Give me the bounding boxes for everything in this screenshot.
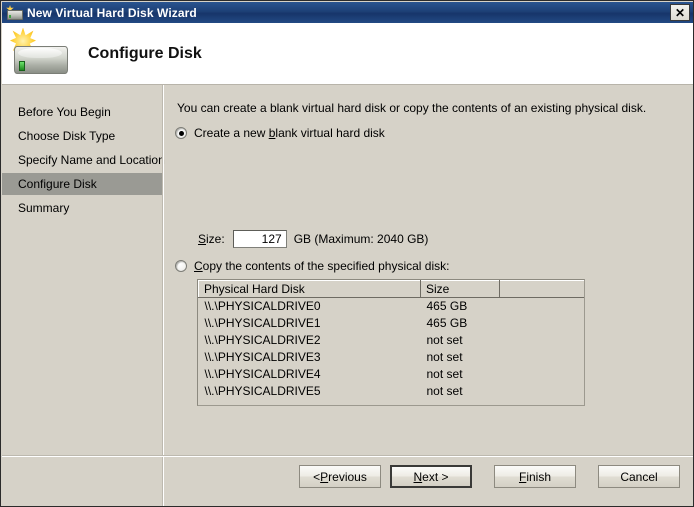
sidebar-item-label: Configure Disk	[18, 177, 97, 191]
sidebar-item-before-you-begin[interactable]: Before You Begin	[2, 101, 162, 123]
hard-disk-new-icon	[8, 27, 74, 80]
size-label: Size:	[198, 232, 225, 246]
close-icon[interactable]: ✕	[670, 4, 690, 21]
radio-copy-physical-disk-label: Copy the contents of the specified physi…	[194, 259, 450, 273]
next-button[interactable]: Next >	[390, 465, 472, 488]
cell-extra	[500, 366, 585, 383]
size-input[interactable]	[232, 230, 287, 248]
window-title: New Virtual Hard Disk Wizard	[27, 5, 197, 20]
cell-disk-size: not set	[426, 367, 463, 381]
table-row[interactable]: \\.\PHYSICALDRIVE0 465 GB	[199, 298, 585, 315]
cell-extra	[500, 383, 585, 400]
cell-disk-name: \\.\PHYSICALDRIVE4	[204, 367, 321, 381]
radio-button-indicator[interactable]	[175, 260, 187, 272]
page-title: Configure Disk	[88, 44, 202, 62]
physical-disk-list[interactable]: Physical Hard Disk Size \\.\PHYSICALDRIV…	[197, 279, 585, 406]
cell-extra	[500, 315, 585, 332]
radio-create-blank-disk-label: Create a new blank virtual hard disk	[194, 126, 385, 140]
cell-extra	[500, 349, 585, 366]
table-row[interactable]: \\.\PHYSICALDRIVE2 not set	[199, 332, 585, 349]
sidebar-item-summary[interactable]: Summary	[2, 197, 162, 219]
cell-disk-size: 465 GB	[426, 316, 468, 330]
button-bar: < Previous Next > Finish Cancel	[2, 465, 693, 505]
sidebar-item-label: Specify Name and Location	[18, 153, 165, 167]
cell-disk-name: \\.\PHYSICALDRIVE5	[204, 384, 321, 398]
column-header-extra[interactable]	[499, 280, 584, 298]
wizard-main-pane: You can create a blank virtual hard disk…	[164, 85, 693, 506]
sidebar-item-specify-name-and-location[interactable]: Specify Name and Location	[2, 149, 165, 171]
cell-disk-size: 465 GB	[426, 299, 468, 314]
wizard-body: Before You Begin Choose Disk Type Specif…	[2, 85, 693, 506]
table-row[interactable]: \\.\PHYSICALDRIVE4 not set	[199, 366, 585, 383]
cell-disk-name: \\.\PHYSICALDRIVE2	[204, 333, 321, 347]
sidebar-item-configure-disk[interactable]: Configure Disk	[2, 173, 162, 195]
table-row[interactable]: \\.\PHYSICALDRIVE3 not set	[199, 349, 585, 366]
cell-disk-size: not set	[426, 384, 463, 398]
button-bar-divider	[2, 456, 693, 457]
column-header-size[interactable]: Size	[420, 280, 500, 298]
sidebar-item-label: Choose Disk Type	[18, 129, 116, 143]
table-header: Physical Hard Disk Size	[198, 280, 584, 298]
cancel-button[interactable]: Cancel	[598, 465, 680, 488]
table-row[interactable]: \\.\PHYSICALDRIVE5 not set	[199, 383, 585, 400]
radio-copy-physical-disk[interactable]: Copy the contents of the specified physi…	[175, 259, 449, 273]
cell-disk-size: not set	[426, 333, 463, 347]
cell-disk-name: \\.\PHYSICALDRIVE1	[204, 316, 321, 330]
title-bar: New Virtual Hard Disk Wizard ✕	[2, 2, 693, 23]
radio-create-blank-disk[interactable]: Create a new blank virtual hard disk	[175, 126, 385, 140]
wizard-header: Configure Disk	[2, 23, 693, 84]
cell-extra	[500, 298, 585, 315]
sidebar-item-label: Summary	[18, 201, 70, 215]
physical-disk-table: Physical Hard Disk Size \\.\PHYSICALDRIV…	[198, 280, 585, 400]
table-body: \\.\PHYSICALDRIVE0 465 GB \\.\PHYSICALDR…	[199, 298, 585, 400]
radio-button-indicator[interactable]	[175, 127, 187, 139]
cell-extra	[500, 332, 585, 349]
sidebar-item-label: Before You Begin	[18, 105, 111, 119]
size-field-row: Size: GB (Maximum: 2040 GB)	[198, 230, 428, 248]
hard-disk-icon	[6, 5, 23, 20]
cell-disk-name: \\.\PHYSICALDRIVE3	[204, 350, 321, 364]
sidebar-item-choose-disk-type[interactable]: Choose Disk Type	[2, 125, 162, 147]
column-header-physical-hard-disk[interactable]: Physical Hard Disk	[198, 280, 421, 298]
table-row[interactable]: \\.\PHYSICALDRIVE1 465 GB	[199, 315, 585, 332]
table-header-row: Physical Hard Disk Size	[198, 280, 584, 298]
cell-disk-name: \\.\PHYSICALDRIVE0	[204, 299, 321, 314]
size-maximum-hint: GB (Maximum: 2040 GB)	[293, 232, 429, 246]
wizard-window: New Virtual Hard Disk Wizard ✕ Configure…	[0, 0, 694, 507]
wizard-steps-sidebar: Before You Begin Choose Disk Type Specif…	[2, 85, 165, 506]
finish-button[interactable]: Finish	[494, 465, 576, 488]
previous-button[interactable]: < Previous	[299, 465, 381, 488]
page-description: You can create a blank virtual hard disk…	[177, 101, 647, 115]
cell-disk-size: not set	[426, 350, 463, 364]
